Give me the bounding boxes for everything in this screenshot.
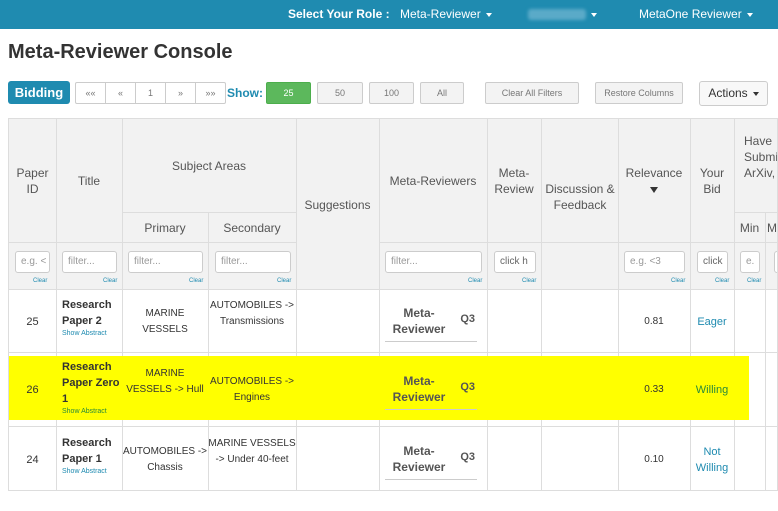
meta-review-filter-input[interactable]: click h	[494, 251, 536, 273]
min-filter-input[interactable]: e.	[740, 251, 760, 273]
secondary-cell: MARINE VESSELS -> Under 40-feet	[208, 438, 296, 465]
role-label: Select Your Role :	[288, 7, 390, 21]
first-page-button[interactable]: ««	[76, 83, 106, 103]
title-filter-input[interactable]: filter...	[62, 251, 117, 273]
paper-id-cell: 25	[26, 316, 39, 328]
paper-id-filter-input[interactable]: e.g. <	[15, 251, 50, 273]
bid-link[interactable]: Eager	[690, 314, 734, 330]
primary-cell: AUTOMOBILES -> Chassis	[122, 446, 207, 473]
clear-all-filters-button[interactable]: Clear All Filters	[485, 82, 579, 104]
secondary-cell: AUTOMOBILES -> Engines	[209, 376, 294, 403]
secondary-clear-link[interactable]: Clear	[277, 278, 291, 284]
paper-id-cell: 24	[26, 454, 39, 466]
header-m[interactable]: M	[765, 220, 777, 236]
sort-descending-icon	[650, 187, 658, 193]
restore-columns-button[interactable]: Restore Columns	[595, 82, 683, 104]
account-dropdown[interactable]	[528, 7, 597, 21]
header-subject-areas: Subject Areas	[171, 159, 247, 173]
bid-link[interactable]: Willing	[690, 382, 734, 398]
chevron-down-icon	[591, 12, 597, 17]
header-discussion-feedback[interactable]: Discussion & Feedback	[544, 181, 616, 213]
meta-reviewer-entry: Meta-Reviewer Q3	[385, 303, 477, 342]
last-page-button[interactable]: »»	[196, 83, 225, 103]
paper-id-cell: 26	[26, 384, 39, 396]
page-size-100-button[interactable]: 100	[369, 82, 414, 104]
relevance-clear-link[interactable]: Clear	[671, 278, 685, 284]
header-have-submitted[interactable]: Have Submi ArXiv, F S	[744, 133, 777, 181]
relevance-filter-input[interactable]: e.g. <3	[624, 251, 685, 273]
meta-reviewer-entry: Meta-Reviewer Q3	[385, 371, 477, 410]
show-abstract-link[interactable]: Show Abstract	[62, 407, 122, 417]
bid-link[interactable]: Not Willing	[690, 444, 734, 476]
show-abstract-link[interactable]: Show Abstract	[62, 329, 122, 339]
show-label: Show:	[227, 86, 263, 100]
header-paper-id[interactable]: Paper ID	[9, 165, 56, 197]
your-bid-clear-link[interactable]: Clear	[715, 278, 729, 284]
bidding-tab[interactable]: Bidding	[8, 81, 70, 104]
title-cell: Research Paper Zero 1 Show Abstract	[62, 359, 122, 417]
chevron-down-icon	[485, 12, 492, 17]
chevron-down-icon	[752, 91, 759, 96]
m-filter-input[interactable]	[774, 251, 777, 273]
pagination: «« « 1 » »»	[75, 82, 226, 104]
meta-reviewer-entry: Meta-Reviewer Q3	[385, 441, 477, 480]
primary-clear-link[interactable]: Clear	[189, 278, 203, 284]
show-abstract-link[interactable]: Show Abstract	[62, 467, 122, 477]
header-relevance[interactable]: Relevance	[618, 165, 690, 197]
page-number-button[interactable]: 1	[136, 83, 166, 103]
primary-cell: MARINE VESSELS -> Hull	[126, 368, 204, 395]
page-size-50-button[interactable]: 50	[317, 82, 363, 104]
title-cell: Research Paper 1 Show Abstract	[62, 435, 122, 477]
redacted-email	[528, 9, 586, 21]
title-clear-link[interactable]: Clear	[103, 278, 117, 284]
next-page-button[interactable]: »	[166, 83, 196, 103]
page-title: Meta-Reviewer Console	[8, 41, 233, 63]
header-secondary[interactable]: Secondary	[208, 220, 296, 236]
primary-cell: MARINE VESSELS	[142, 308, 188, 335]
header-your-bid[interactable]: Your Bid	[690, 165, 734, 197]
secondary-filter-input[interactable]: filter...	[215, 251, 291, 273]
header-min[interactable]: Min	[734, 220, 765, 236]
page-size-all-button[interactable]: All	[420, 82, 464, 104]
min-clear-link[interactable]: Clear	[747, 278, 761, 284]
your-bid-filter-input[interactable]: click	[697, 251, 728, 273]
top-navigation-bar: Select Your Role : Meta-Reviewer MetaOne…	[0, 0, 778, 29]
header-meta-reviewers[interactable]: Meta-Reviewers	[379, 173, 487, 189]
header-suggestions[interactable]: Suggestions	[296, 197, 379, 213]
meta-reviewers-clear-link[interactable]: Clear	[468, 278, 482, 284]
actions-dropdown[interactable]: Actions	[699, 81, 768, 106]
meta-reviewers-filter-input[interactable]: filter...	[385, 251, 482, 273]
header-primary[interactable]: Primary	[122, 220, 208, 236]
secondary-cell: AUTOMOBILES -> Transmissions	[209, 300, 294, 327]
relevance-cell: 0.81	[644, 316, 664, 327]
paper-id-clear-link[interactable]: Clear	[33, 278, 47, 284]
primary-filter-input[interactable]: filter...	[128, 251, 203, 273]
header-meta-review[interactable]: Meta-Review	[493, 165, 535, 197]
user-menu[interactable]: MetaOne Reviewer	[639, 7, 753, 21]
relevance-cell: 0.10	[644, 454, 664, 465]
header-title[interactable]: Title	[56, 173, 122, 189]
papers-table: Paper ID Title Subject Areas Primary Sec…	[8, 118, 778, 491]
relevance-cell: 0.33	[644, 384, 664, 395]
meta-review-clear-link[interactable]: Clear	[522, 278, 536, 284]
previous-page-button[interactable]: «	[106, 83, 136, 103]
title-cell: Research Paper 2 Show Abstract	[62, 297, 122, 339]
chevron-down-icon	[746, 12, 753, 17]
page-size-25-button[interactable]: 25	[266, 82, 311, 104]
role-dropdown[interactable]: Meta-Reviewer	[400, 7, 492, 21]
